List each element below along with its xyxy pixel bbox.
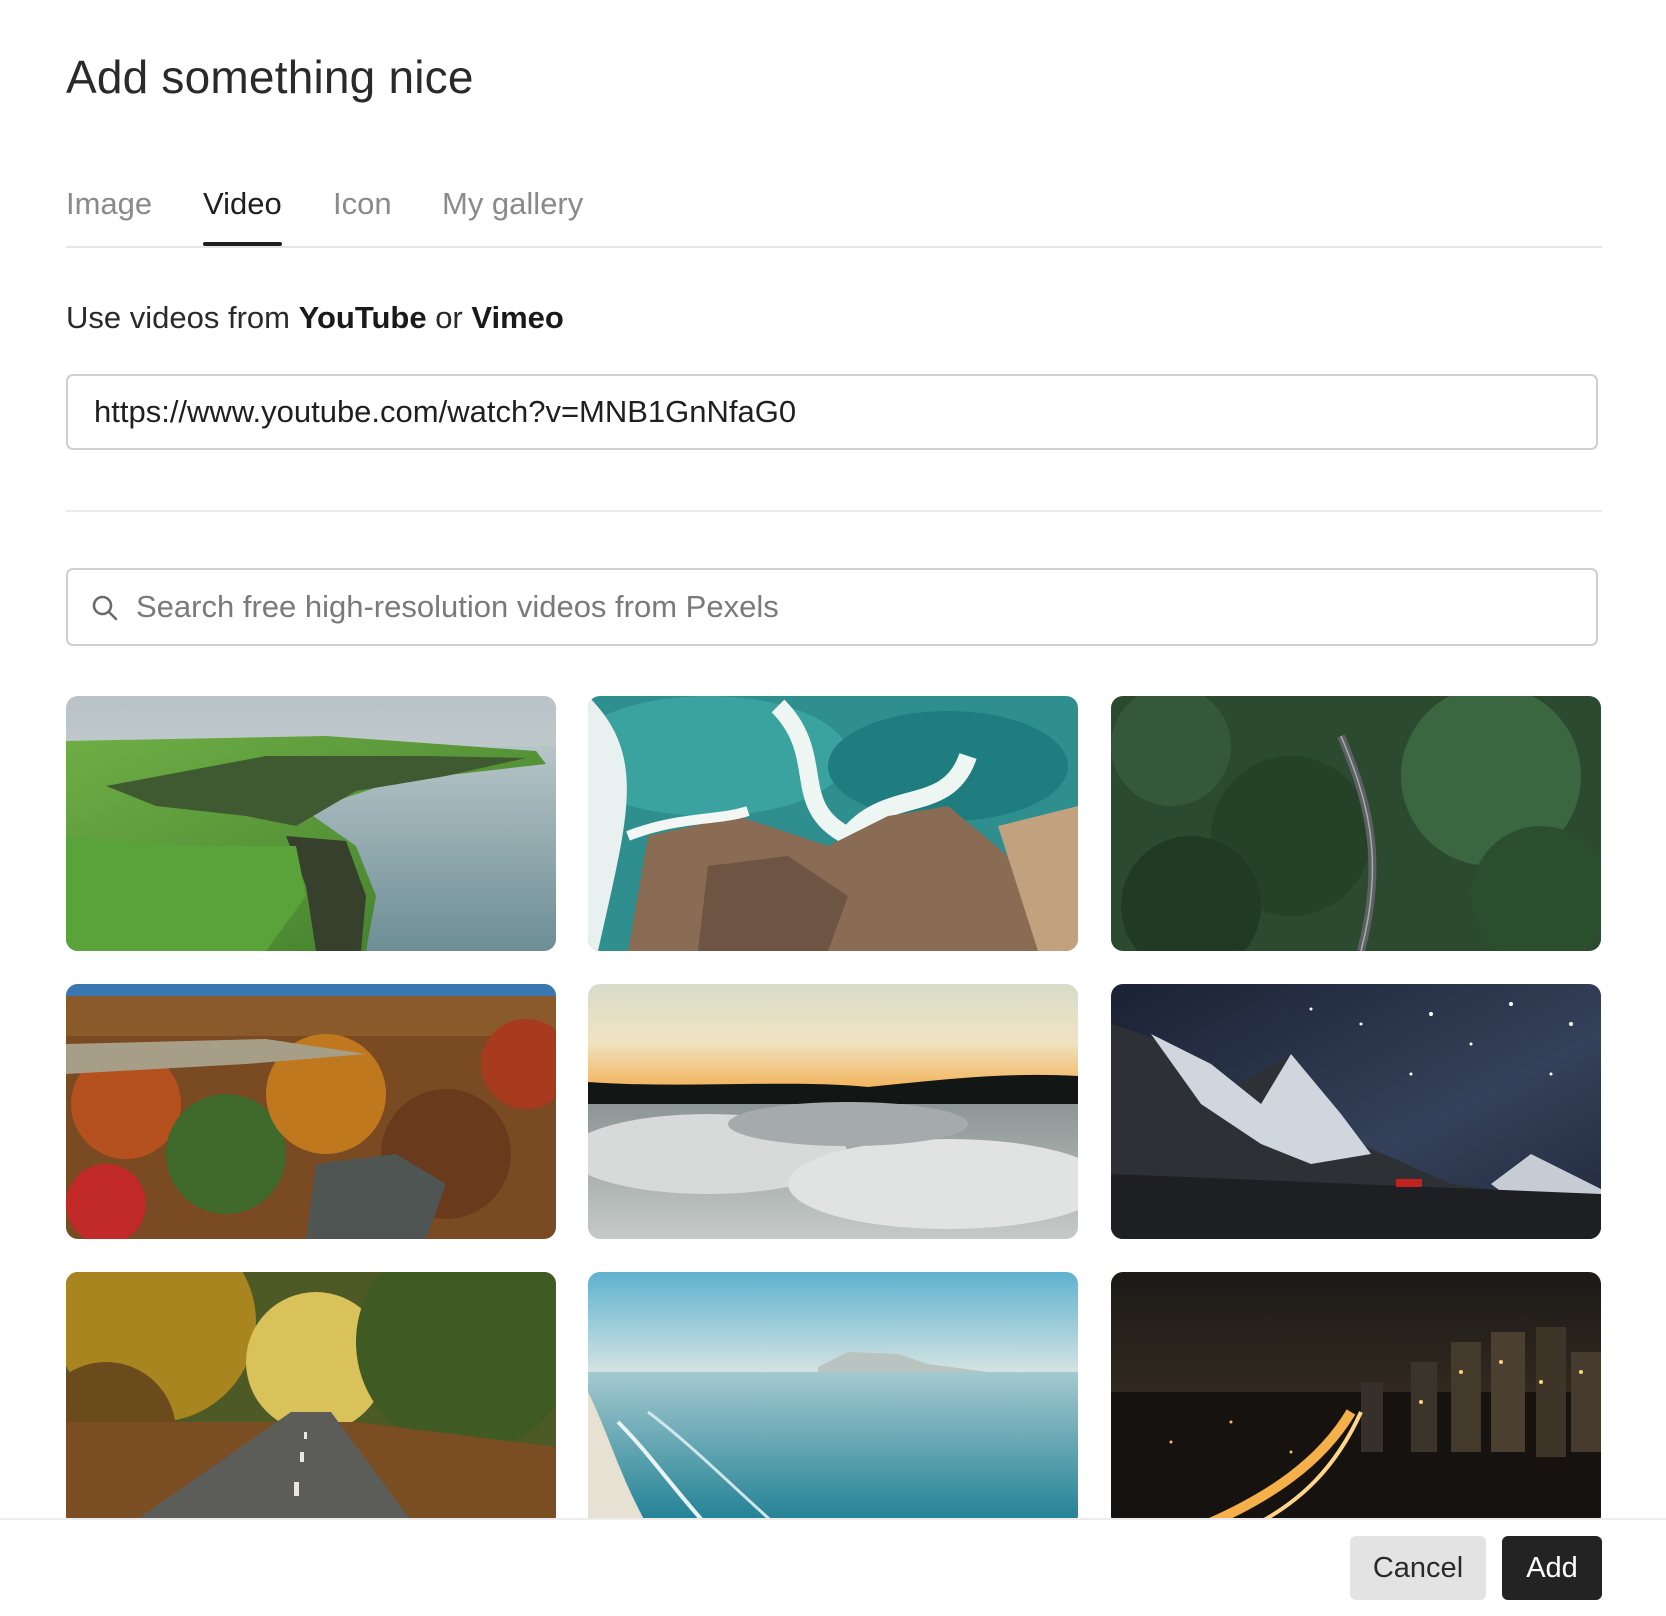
tab-video[interactable]: Video [203,186,282,246]
add-media-dialog: Add something nice Image Video Icon My g… [0,0,1666,1616]
video-thumb-city-night[interactable] [1111,1272,1601,1518]
video-thumb-sea-cliffs[interactable] [66,696,556,951]
source-prefix: Use videos from [66,300,299,335]
pexels-search-input[interactable] [136,570,1556,644]
tab-my-gallery[interactable]: My gallery [442,186,583,240]
add-button[interactable]: Add [1502,1536,1602,1600]
tab-icon[interactable]: Icon [333,186,392,240]
dialog-title: Add something nice [66,51,474,103]
video-url-input[interactable] [94,376,1564,448]
source-youtube: YouTube [298,300,427,335]
pexels-search-field [66,568,1598,646]
video-thumb-autumn-road[interactable] [66,1272,556,1518]
search-icon [92,595,118,621]
video-url-field [66,374,1598,450]
video-thumb-ocean-rocks[interactable] [588,696,1078,951]
tab-image[interactable]: Image [66,186,152,240]
video-source-hint: Use videos from YouTube or Vimeo [66,300,564,336]
section-divider [66,510,1602,512]
source-vimeo: Vimeo [471,300,564,335]
video-thumb-night-mountain[interactable] [1111,984,1601,1239]
source-or: or [426,300,472,335]
video-thumb-forest-road[interactable] [1111,696,1601,951]
video-results-grid [66,696,1602,1518]
video-thumb-beach-coast[interactable] [588,1272,1078,1518]
dialog-footer: Cancel Add [0,1518,1666,1616]
cancel-button[interactable]: Cancel [1350,1536,1486,1600]
video-thumb-clouds-sunset[interactable] [588,984,1078,1239]
media-type-tabs: Image Video Icon My gallery [66,180,1602,248]
video-thumb-autumn-valley[interactable] [66,984,556,1239]
